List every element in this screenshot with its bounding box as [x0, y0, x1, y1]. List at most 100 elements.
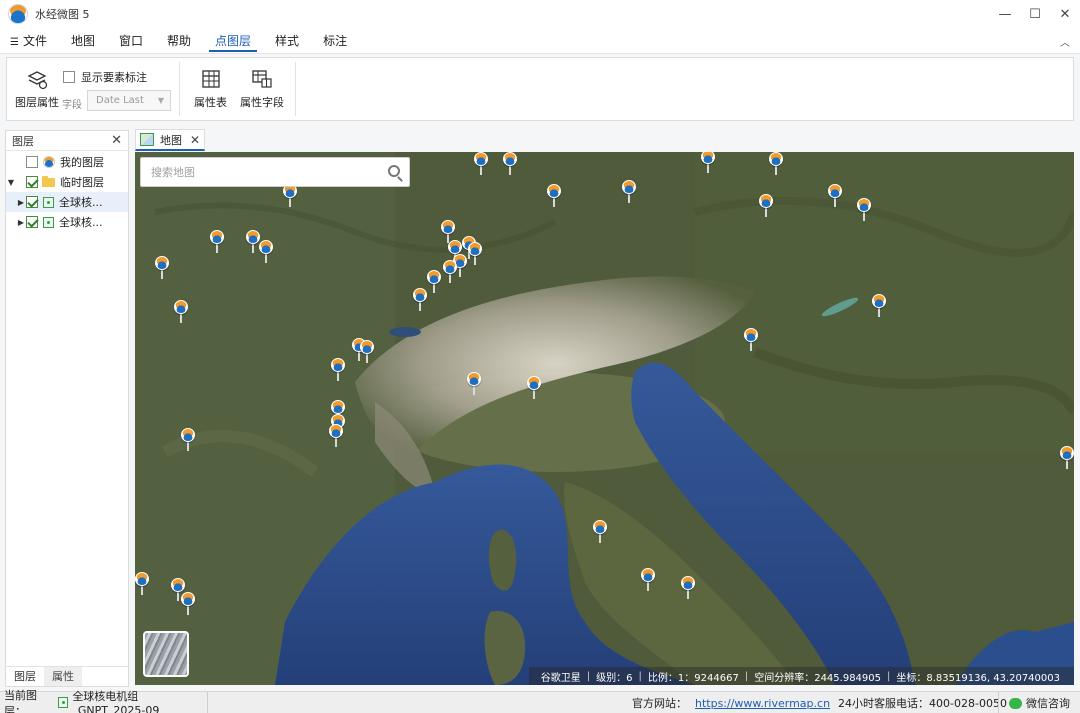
website-label: 官方网站： [632, 697, 687, 710]
layer-tree-item-temp-layers[interactable]: ▼ 临时图层 [6, 172, 128, 192]
ribbon-divider [179, 62, 180, 116]
layer-checkbox[interactable] [26, 196, 38, 208]
menu-file[interactable]: ☰ 文件 [0, 28, 59, 54]
nuclear-plant-marker-icon[interactable] [360, 340, 374, 364]
layer-tree-label: 全球核... [59, 196, 103, 209]
nuclear-plant-marker-icon[interactable] [759, 194, 773, 218]
nuclear-plant-marker-icon[interactable] [427, 270, 441, 294]
tab-layers[interactable]: 图层 [6, 667, 44, 686]
nuclear-plant-marker-icon[interactable] [474, 152, 488, 176]
nuclear-plant-marker-icon[interactable] [872, 294, 886, 318]
basemap-switcher-button[interactable] [143, 631, 189, 677]
nuclear-plant-marker-icon[interactable] [181, 428, 195, 452]
website-link[interactable]: https://www.rivermap.cn [695, 697, 830, 710]
nuclear-plant-marker-icon[interactable] [503, 152, 517, 176]
layer-tree-label: 我的图层 [60, 156, 104, 169]
field-select[interactable]: Date Last ▼ [87, 90, 171, 111]
search-icon[interactable] [388, 165, 400, 177]
menu-help[interactable]: 帮助 [155, 28, 203, 54]
nuclear-plant-marker-icon[interactable] [259, 240, 273, 264]
field-select-value: Date Last [96, 95, 144, 106]
close-icon[interactable]: ✕ [111, 133, 122, 148]
layer-tree-label: 临时图层 [60, 176, 104, 189]
nuclear-plant-marker-icon[interactable] [769, 152, 783, 176]
nuclear-plant-marker-icon[interactable] [641, 568, 655, 592]
nuclear-plant-marker-icon[interactable] [174, 300, 188, 324]
layer-tree-item-nuclear-2[interactable]: ▶ 全球核... [6, 212, 128, 232]
nuclear-plant-marker-icon[interactable] [155, 256, 169, 280]
nuclear-plant-marker-icon[interactable] [1060, 446, 1074, 470]
menu-point-layer[interactable]: 点图层 [203, 28, 263, 54]
menu-window[interactable]: 窗口 [107, 28, 155, 54]
expand-arrow-icon[interactable]: ▶ [16, 218, 26, 227]
hamburger-icon: ☰ [10, 36, 19, 48]
nuclear-plant-marker-icon[interactable] [527, 376, 541, 400]
attribute-fields-button[interactable]: 属性字段 [240, 68, 284, 110]
menu-style[interactable]: 样式 [263, 28, 311, 54]
expand-arrow-icon[interactable]: ▶ [16, 198, 26, 207]
map-canvas[interactable]: 搜索地图 谷歌卫星 | 级别：6 | 比例：1：9244667 | 空间分辨率：244… [135, 152, 1074, 685]
layer-panel-header: 图层 ✕ [6, 131, 128, 151]
map-search-input[interactable]: 搜索地图 [140, 157, 410, 187]
show-labels-option[interactable]: 显示要素标注 [63, 69, 147, 85]
nuclear-plant-marker-icon[interactable] [828, 184, 842, 208]
tab-map-label: 地图 [160, 133, 182, 147]
menu-map[interactable]: 地图 [59, 28, 107, 54]
nuclear-plant-marker-icon[interactable] [210, 230, 224, 254]
satellite-basemap [135, 152, 1074, 685]
close-button[interactable]: ✕ [1050, 0, 1080, 28]
cursor-coordinates: 坐标：8.83519136, 43.20740003 [896, 672, 1060, 684]
chevron-down-icon: ▼ [157, 96, 164, 105]
nuclear-plant-marker-icon[interactable] [547, 184, 561, 208]
attribute-table-button[interactable]: 属性表 [194, 68, 227, 110]
nuclear-plant-marker-icon[interactable] [246, 230, 260, 254]
wechat-label: 微信咨询 [1026, 697, 1070, 710]
layer-tree-item-nuclear-1[interactable]: ▶ 全球核... [6, 192, 128, 212]
layer-panel-tabs: 图层 属性 [6, 666, 128, 686]
point-layer-icon [58, 697, 69, 708]
basemap-source: 谷歌卫星 [540, 672, 581, 684]
collapse-ribbon-icon[interactable]: ︿ [1060, 34, 1070, 49]
expand-arrow-icon[interactable]: ▼ [6, 178, 16, 187]
nuclear-plant-marker-icon[interactable] [135, 572, 149, 596]
layer-properties-button[interactable]: 图层属性 [15, 68, 59, 110]
attribute-table-label: 属性表 [194, 96, 227, 109]
nuclear-plant-marker-icon[interactable] [857, 198, 871, 222]
nuclear-plant-marker-icon[interactable] [681, 576, 695, 600]
nuclear-plant-marker-icon[interactable] [443, 260, 457, 284]
nuclear-plant-marker-icon[interactable] [744, 328, 758, 352]
attribute-fields-label: 属性字段 [240, 96, 284, 109]
current-layer-label: 当前图层： [4, 688, 37, 713]
ribbon-divider [295, 62, 296, 116]
nuclear-plant-marker-icon[interactable] [468, 242, 482, 266]
nuclear-plant-marker-icon[interactable] [622, 180, 636, 204]
layer-checkbox[interactable] [26, 156, 38, 168]
menu-annotate[interactable]: 标注 [311, 28, 359, 54]
tab-map[interactable]: 地图 ✕ [135, 129, 205, 151]
field-label: 字段 [62, 100, 82, 111]
point-layer-icon [43, 216, 54, 228]
wechat-consult-button[interactable]: 微信咨询 [998, 692, 1070, 713]
zoom-level: 级别：6 [596, 672, 633, 684]
minimize-button[interactable]: — [990, 0, 1020, 28]
nuclear-plant-marker-icon[interactable] [467, 372, 481, 396]
nuclear-plant-marker-icon[interactable] [181, 592, 195, 616]
app-logo-icon [8, 4, 28, 24]
layer-checkbox[interactable] [26, 176, 38, 188]
nuclear-plant-marker-icon[interactable] [283, 184, 297, 208]
tab-properties[interactable]: 属性 [44, 667, 82, 686]
nuclear-plant-marker-icon[interactable] [413, 288, 427, 312]
table-icon [201, 70, 220, 88]
maximize-button[interactable]: ☐ [1020, 0, 1050, 28]
layer-panel-title: 图层 [12, 134, 34, 148]
layer-tree-item-my-layers[interactable]: 我的图层 [6, 152, 128, 172]
close-icon[interactable]: ✕ [190, 133, 200, 147]
nuclear-plant-marker-icon[interactable] [329, 424, 343, 448]
folder-icon [42, 175, 55, 187]
current-layer-name: 全球核电机组_GNPT_2025-09 [72, 690, 160, 713]
nuclear-plant-marker-icon[interactable] [701, 152, 715, 174]
show-labels-checkbox[interactable] [63, 71, 75, 83]
nuclear-plant-marker-icon[interactable] [331, 358, 345, 382]
nuclear-plant-marker-icon[interactable] [593, 520, 607, 544]
layer-checkbox[interactable] [26, 216, 38, 228]
